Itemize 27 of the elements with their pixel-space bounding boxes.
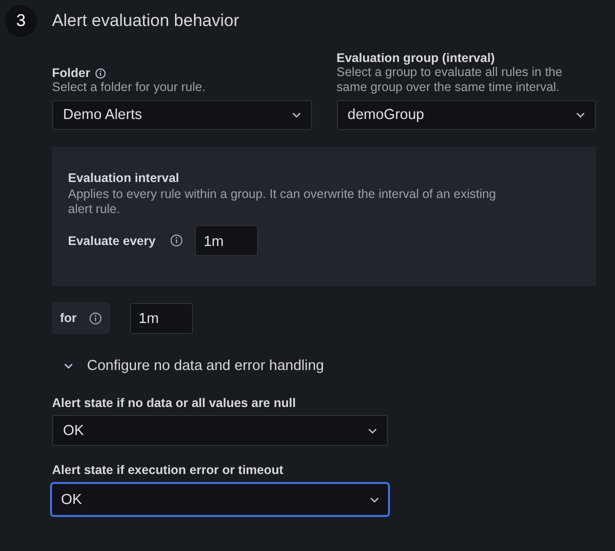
interval-input[interactable]: 1m [194, 225, 258, 256]
state-select[interactable]: OK [50, 482, 390, 517]
field-label: for [60, 311, 77, 325]
field-description: Select a folder for your rule. [52, 80, 207, 95]
chevron-down-icon [576, 112, 585, 118]
field-label: Alert state if no data or all values are null [52, 396, 297, 410]
panel-title: Evaluation interval [68, 171, 180, 185]
info-icon[interactable] [170, 234, 183, 247]
chevron-down-icon [292, 112, 300, 118]
field-label: Folder [52, 66, 90, 80]
chevron-down-icon [368, 428, 377, 434]
field-description: Select a group to evaluate all rules in the same group over the same time interval. [336, 65, 564, 95]
state-select[interactable]: OK [52, 415, 388, 446]
field-label: Evaluation group (interval) [336, 51, 496, 65]
chevron-icon [64, 363, 73, 369]
info-icon[interactable] [95, 68, 106, 78]
field-label: Alert state if execution error or timeout [52, 463, 284, 477]
group-select[interactable]: demoGroup [336, 100, 596, 130]
pending-input[interactable]: 1m [130, 302, 193, 334]
info-icon[interactable] [88, 312, 102, 324]
field-label: Evaluate every [68, 234, 156, 248]
section-title: Alert evaluation behavior [52, 11, 240, 31]
panel-description: Applies to every rule within a group. It can overwrite the interval of an existing alert rule. [68, 187, 497, 217]
folder-select[interactable]: Demo Alerts [52, 100, 312, 130]
step-number: 3 [5, 5, 37, 37]
error-handling-toggle[interactable]: Configure no data and error handling [52, 358, 324, 374]
chevron-down-icon [370, 496, 379, 502]
